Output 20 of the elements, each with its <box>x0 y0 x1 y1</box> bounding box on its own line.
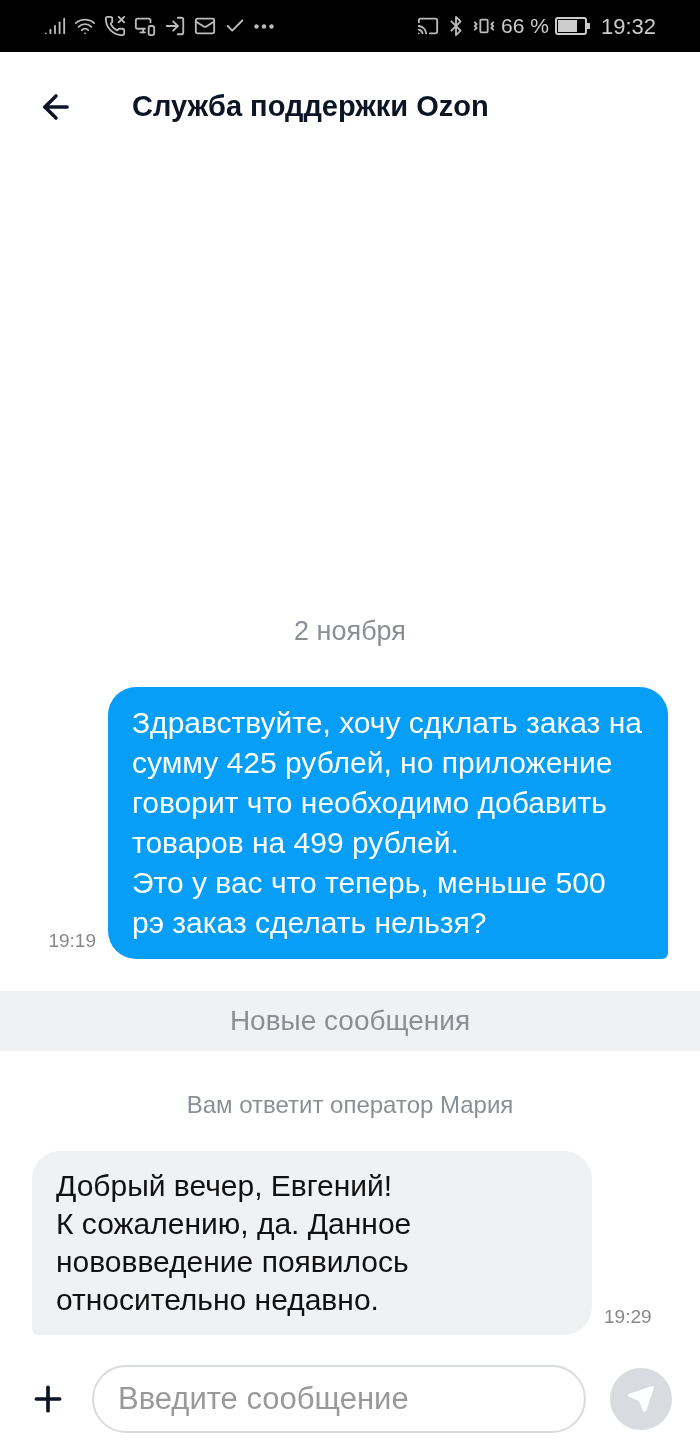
devices-icon <box>134 15 156 37</box>
cast-icon <box>417 15 440 37</box>
chat-title: Служба поддержки Ozon <box>132 89 489 125</box>
clock: 19:32 <box>600 12 656 41</box>
operator-notice: Вам ответит оператор Мария <box>185 1090 515 1120</box>
battery-icon <box>554 17 591 35</box>
mail-icon <box>194 15 216 37</box>
incoming-message-bubble: Добрый вечер, Евгений! К сожалению, да. Данное нововведение появилось относительно недавно. <box>32 1151 592 1335</box>
login-icon <box>164 15 186 37</box>
message-input[interactable]: Введите сообщение <box>92 1365 586 1433</box>
more-icon <box>254 23 274 29</box>
signal-icon <box>44 15 66 37</box>
battery-percent: 66 % <box>501 13 549 40</box>
message-time: 19:29 <box>604 1304 652 1329</box>
new-messages-banner: Новые сообщения <box>0 991 700 1051</box>
date-divider: 2 ноября <box>293 614 407 648</box>
send-icon <box>627 1385 655 1413</box>
outgoing-message-bubble: Здравствуйте, хочу сдклать заказ на сумму 425 рублей, но приложение говорит что необходимо добавить товаров на 499 рублей. Это у вас что теперь, меньше 500 рэ заказ сделать нельзя? <box>108 687 668 959</box>
missed-call-icon <box>104 15 126 37</box>
message-time: 19:19 <box>48 928 96 953</box>
